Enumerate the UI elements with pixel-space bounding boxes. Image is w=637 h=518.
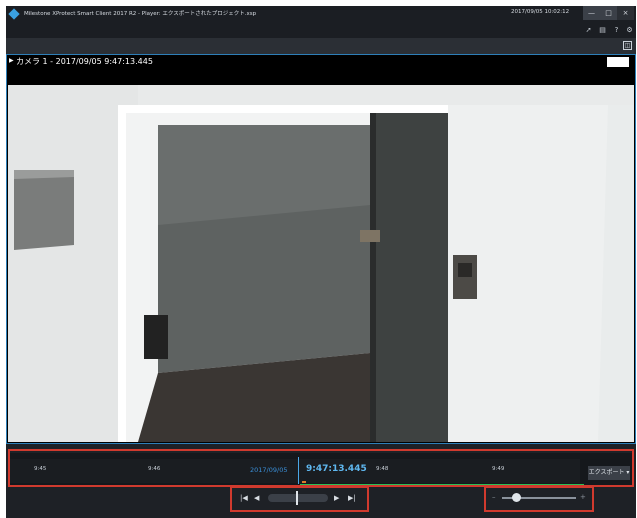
title-bar: Milestone XProtect Smart Client 2017 R2 … [6, 6, 636, 24]
camera-scene-graphic [8, 85, 634, 442]
camera-arrow-icon: ▶ [9, 57, 14, 64]
sub-toolbar: ◫ [6, 38, 636, 54]
clock: 2017/09/05 10:02:12 [511, 9, 570, 15]
minimize-button[interactable]: — [583, 6, 600, 20]
maximize-button[interactable]: □ [600, 6, 617, 20]
window-title: Milestone XProtect Smart Client 2017 R2 … [24, 11, 257, 17]
camera-title: カメラ 1 - 2017/09/05 9:47:13.445 [16, 57, 153, 66]
camera-header: ▶ カメラ 1 - 2017/09/05 9:47:13.445 [7, 55, 635, 69]
settings-icon[interactable]: ⚙ [625, 26, 634, 35]
setup-icon[interactable]: ◫ [623, 41, 632, 50]
toolbar: ➚ ▤ ? ⚙ [6, 24, 636, 38]
monitor-icon[interactable]: ▤ [598, 26, 607, 35]
pointer-icon[interactable]: ➚ [584, 26, 593, 35]
speed-highlight [484, 486, 594, 512]
camera-header-scene-strip [607, 57, 629, 67]
transport-highlight [230, 486, 369, 512]
app-window: Milestone XProtect Smart Client 2017 R2 … [6, 6, 636, 518]
close-button[interactable]: × [617, 6, 634, 20]
camera-view[interactable]: ▶ カメラ 1 - 2017/09/05 9:47:13.445 [6, 54, 636, 444]
timeline-highlight [8, 449, 634, 487]
camera-image [8, 85, 634, 442]
app-logo-icon [8, 8, 20, 20]
help-icon[interactable]: ? [612, 26, 621, 35]
